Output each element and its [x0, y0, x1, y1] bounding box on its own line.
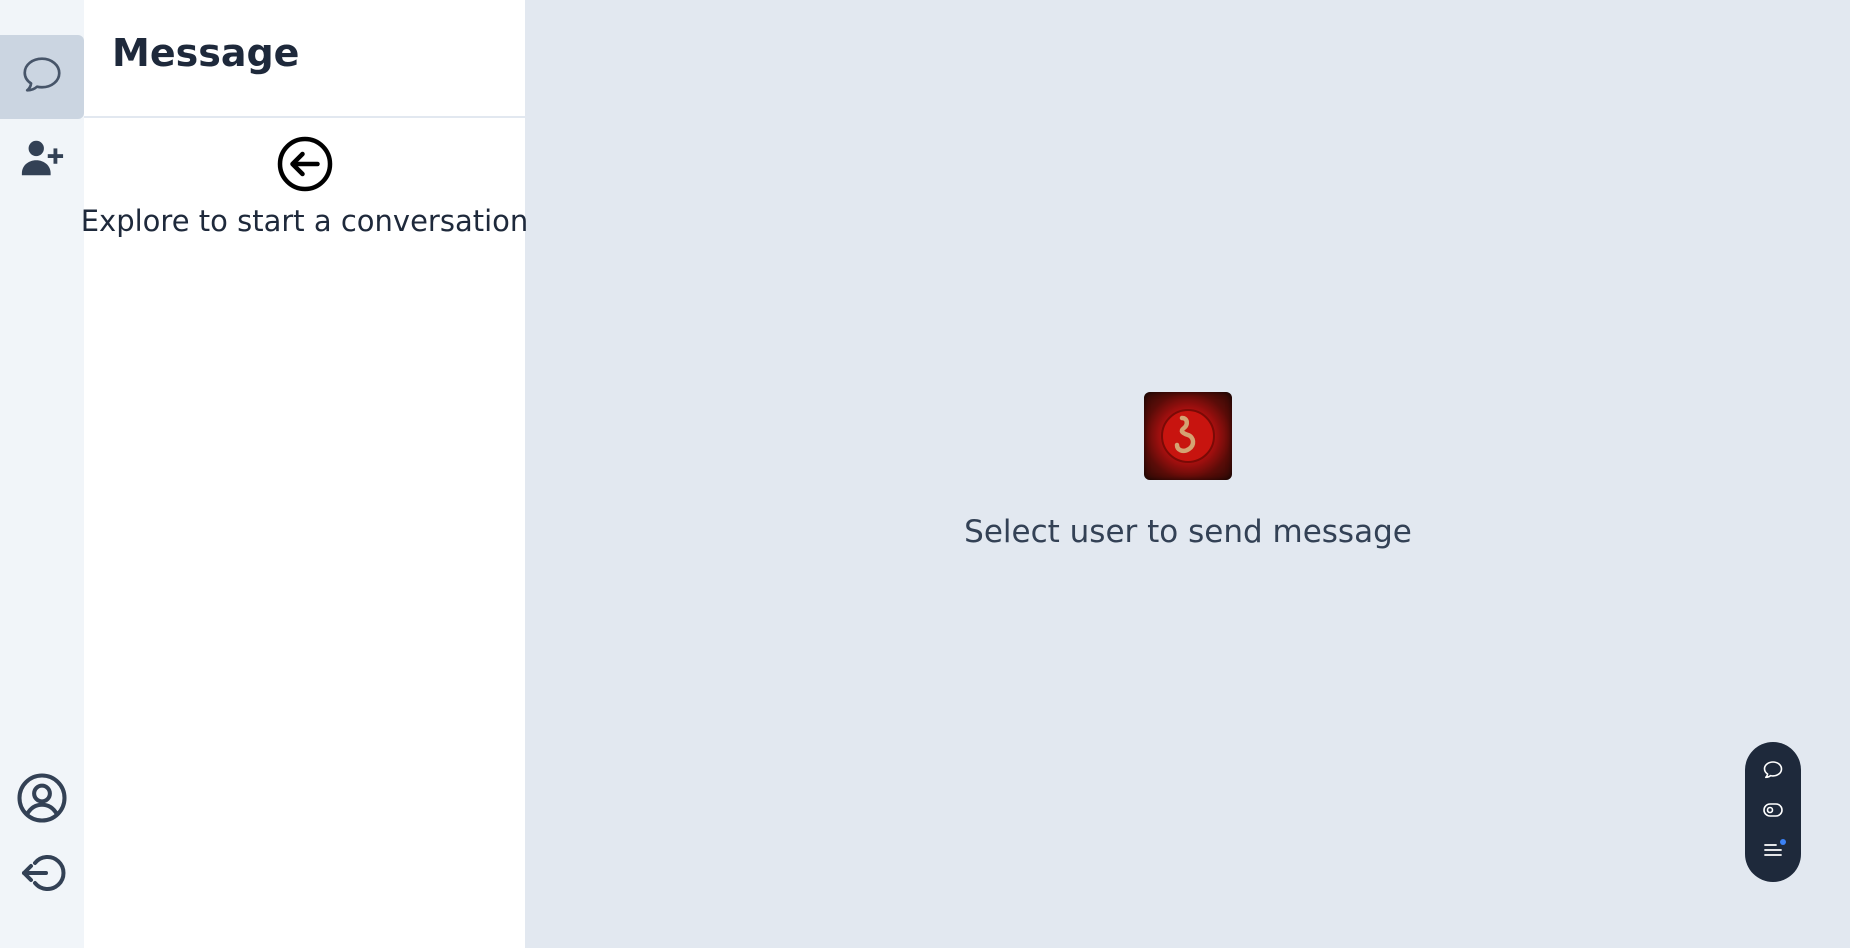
- chat-icon: [1761, 758, 1785, 786]
- app-root: Message Explore to start a conversation: [0, 0, 1850, 948]
- empty-state-text: Explore to start a conversation: [80, 204, 529, 238]
- arrow-left-circle-icon[interactable]: [275, 134, 335, 198]
- sidebar-rail: [0, 0, 84, 948]
- floating-chat-button[interactable]: [1758, 757, 1788, 787]
- main-content: Select user to send message: [526, 0, 1850, 948]
- rail-item-add-user[interactable]: [0, 118, 84, 202]
- floating-toolbar: [1745, 742, 1801, 882]
- app-logo: [1144, 392, 1232, 480]
- floating-menu-button[interactable]: [1758, 837, 1788, 867]
- empty-state: Explore to start a conversation: [81, 118, 528, 238]
- rail-item-profile[interactable]: [0, 758, 84, 842]
- no-chat-placeholder: Select user to send message: [526, 392, 1850, 550]
- notification-dot: [1780, 839, 1786, 845]
- rail-item-logout[interactable]: [0, 833, 84, 917]
- rail-item-messages[interactable]: [0, 35, 84, 119]
- logout-icon: [18, 849, 66, 901]
- user-circle-icon: [15, 771, 69, 829]
- select-user-text: Select user to send message: [964, 514, 1412, 550]
- floating-view-button[interactable]: [1758, 797, 1788, 827]
- panel-header: Message: [84, 0, 525, 118]
- conversation-panel: Message Explore to start a conversation: [81, 0, 528, 948]
- page-title: Message: [112, 31, 300, 75]
- chat-bubble-icon: [19, 52, 65, 102]
- add-user-icon: [19, 135, 65, 185]
- eye-icon: [1761, 798, 1785, 826]
